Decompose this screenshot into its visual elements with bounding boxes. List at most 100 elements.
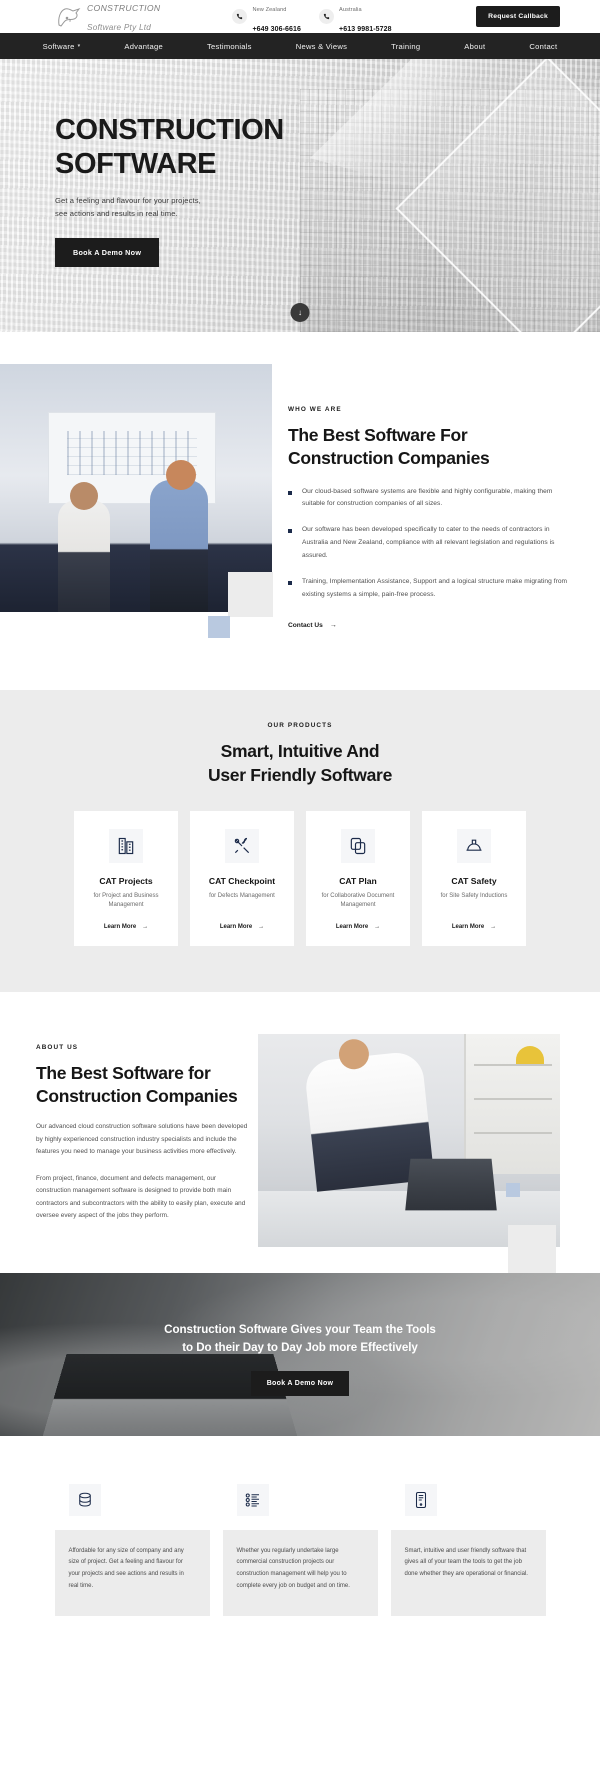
- contact-nz-number: +649 306-6616: [252, 25, 302, 33]
- logo-line-1: CONSTRUCTION: [87, 3, 161, 14]
- about-heading: The Best Software for Construction Compa…: [36, 1062, 250, 1108]
- hard-hat-icon: [457, 828, 491, 863]
- product-card-cat-safety[interactable]: CAT Safety for Site Safety Inductions Le…: [422, 810, 526, 946]
- who-bullet-item: Training, Implementation Assistance, Sup…: [288, 576, 570, 602]
- top-bar: CONSTRUCTION Software Pty Ltd New Zealan…: [0, 0, 600, 33]
- about-eyebrow: ABOUT US: [36, 1043, 79, 1051]
- who-eyebrow: WHO WE ARE: [288, 406, 342, 413]
- who-bullet-list: Our cloud-based software systems are fle…: [288, 486, 570, 602]
- database-stack-icon: [68, 1483, 101, 1516]
- chevron-down-icon: ▾: [77, 43, 81, 49]
- arrow-right-icon: →: [490, 923, 497, 930]
- mobile-device-icon: [404, 1483, 437, 1516]
- cta-banner-section: Construction Software Gives your Team th…: [0, 1272, 600, 1436]
- product-learn-more-link[interactable]: Learn More →: [336, 924, 380, 930]
- products-eyebrow: OUR PRODUCTS: [267, 722, 333, 730]
- product-learn-more-link[interactable]: Learn More →: [104, 924, 148, 930]
- feature-text: Affordable for any size of company and a…: [54, 1529, 210, 1616]
- products-section: OUR PRODUCTS Smart, Intuitive And User F…: [0, 690, 600, 992]
- koala-logo-icon: [56, 6, 82, 28]
- product-learn-more-link[interactable]: Learn More →: [220, 924, 264, 930]
- cta-book-demo-button[interactable]: Book A Demo Now: [250, 1370, 350, 1396]
- phone-icon: [319, 9, 335, 24]
- product-card-cat-plan[interactable]: CAT Plan for Collaborative Document Mana…: [306, 810, 410, 946]
- hero-subtitle-line-1: Get a feeling and flavour for your proje…: [55, 195, 201, 205]
- who-we-are-section: WHO WE ARE The Best Software For Constru…: [0, 332, 600, 691]
- arrow-right-icon: →: [374, 923, 381, 930]
- hero-title-line-2: SOFTWARE: [55, 147, 217, 180]
- cta-heading: Construction Software Gives your Team th…: [0, 1321, 600, 1357]
- product-card-cat-checkpoint[interactable]: CAT Checkpoint for Defects Management Le…: [190, 810, 294, 946]
- about-heading-line-1: The Best Software for: [36, 1062, 211, 1083]
- about-image-wrapper: [250, 1033, 600, 1273]
- cta-heading-line-2: to Do their Day to Day Job more Effectiv…: [182, 1340, 418, 1354]
- feature-column-affordable: Affordable for any size of company and a…: [54, 1483, 210, 1616]
- who-bullet-item: Our software has been developed specific…: [288, 524, 570, 563]
- hero-subtitle-line-2: see actions and results in real time.: [55, 209, 178, 219]
- hero-section: CONSTRUCTION SOFTWARE Get a feeling and …: [0, 59, 600, 332]
- contact-us-link[interactable]: Contact Us →: [288, 622, 337, 629]
- nav-item-testimonials[interactable]: Testimonials: [185, 42, 274, 51]
- about-paragraph-2: From project, finance, document and defe…: [36, 1174, 246, 1220]
- product-description: for Site Safety Inductions: [440, 892, 508, 899]
- nav-item-software[interactable]: Software ▾: [21, 42, 103, 51]
- who-heading-line-1: The Best Software For: [288, 425, 468, 445]
- arrow-right-icon: →: [258, 923, 265, 930]
- site-logo[interactable]: CONSTRUCTION Software Pty Ltd: [56, 0, 160, 35]
- product-name: CAT Projects: [99, 875, 153, 886]
- nav-item-about[interactable]: About: [442, 42, 507, 51]
- who-we-are-content: WHO WE ARE The Best Software For Constru…: [272, 364, 600, 632]
- who-heading-line-2: Construction Companies: [288, 447, 490, 468]
- about-content: ABOUT US The Best Software for Construct…: [0, 1044, 250, 1223]
- decorative-square-grey: [508, 1224, 556, 1273]
- contact-au-number: +613 9981-5728: [339, 25, 392, 33]
- product-card-cat-projects[interactable]: CAT Projects for Project and Business Ma…: [74, 810, 178, 946]
- products-grid: CAT Projects for Project and Business Ma…: [0, 810, 600, 946]
- scroll-down-button[interactable]: ↓: [290, 303, 310, 322]
- cta-content: Construction Software Gives your Team th…: [0, 1273, 600, 1396]
- main-navigation: Software ▾ Advantage Testimonials News &…: [0, 33, 600, 59]
- feature-text: Whether you regularly undertake large co…: [222, 1529, 378, 1616]
- arrow-right-icon: →: [142, 923, 149, 930]
- decorative-square-blue: [208, 616, 230, 638]
- cta-heading-line-1: Construction Software Gives your Team th…: [164, 1322, 436, 1336]
- product-name: CAT Safety: [451, 875, 497, 886]
- hero-title-line-1: CONSTRUCTION: [55, 114, 284, 146]
- about-heading-line-2: Construction Companies: [36, 1085, 238, 1106]
- hero-book-demo-button[interactable]: Book A Demo Now: [55, 238, 160, 268]
- who-heading: The Best Software For Construction Compa…: [288, 424, 570, 470]
- request-callback-button[interactable]: Request Callback: [476, 6, 560, 27]
- nav-item-advantage[interactable]: Advantage: [102, 42, 185, 51]
- hero-subtitle: Get a feeling and flavour for your proje…: [55, 194, 600, 221]
- product-name: CAT Plan: [339, 875, 377, 886]
- arrow-right-icon: →: [329, 622, 337, 630]
- tools-icon: [225, 828, 259, 863]
- about-us-image: [258, 1033, 560, 1247]
- nav-item-contact[interactable]: Contact: [507, 42, 579, 51]
- features-grid: Affordable for any size of company and a…: [0, 1483, 600, 1616]
- contact-nz[interactable]: New Zealand +649 306-6616: [232, 0, 301, 37]
- product-description: for Defects Management: [209, 892, 275, 899]
- learn-more-label: Learn More: [103, 923, 137, 930]
- product-learn-more-link[interactable]: Learn More →: [452, 924, 496, 930]
- products-heading: Smart, Intuitive And User Friendly Softw…: [0, 740, 600, 786]
- nav-item-news-views[interactable]: News & Views: [274, 42, 369, 51]
- decorative-square-grey: [228, 572, 273, 617]
- about-us-section: ABOUT US The Best Software for Construct…: [0, 991, 600, 1273]
- products-heading-line-1: Smart, Intuitive And: [220, 741, 380, 762]
- decorative-square-blue: [506, 1182, 520, 1197]
- learn-more-label: Learn More: [451, 923, 485, 930]
- hero-content: CONSTRUCTION SOFTWARE Get a feeling and …: [0, 59, 600, 268]
- contact-nz-country: New Zealand: [252, 6, 287, 13]
- contact-au[interactable]: Australia +613 9981-5728: [319, 0, 392, 37]
- products-heading-line-2: User Friendly Software: [207, 764, 392, 785]
- who-bullet-item: Our cloud-based software systems are fle…: [288, 486, 570, 512]
- hero-title: CONSTRUCTION SOFTWARE: [55, 114, 600, 182]
- nav-item-training[interactable]: Training: [369, 42, 442, 51]
- features-section: Affordable for any size of company and a…: [0, 1435, 600, 1656]
- contact-au-text: Australia +613 9981-5728: [339, 0, 392, 37]
- contact-au-country: Australia: [339, 6, 362, 13]
- logo-text: CONSTRUCTION Software Pty Ltd: [87, 0, 160, 35]
- copy-documents-icon: [341, 828, 375, 863]
- shelf-graphic: [464, 1033, 560, 1174]
